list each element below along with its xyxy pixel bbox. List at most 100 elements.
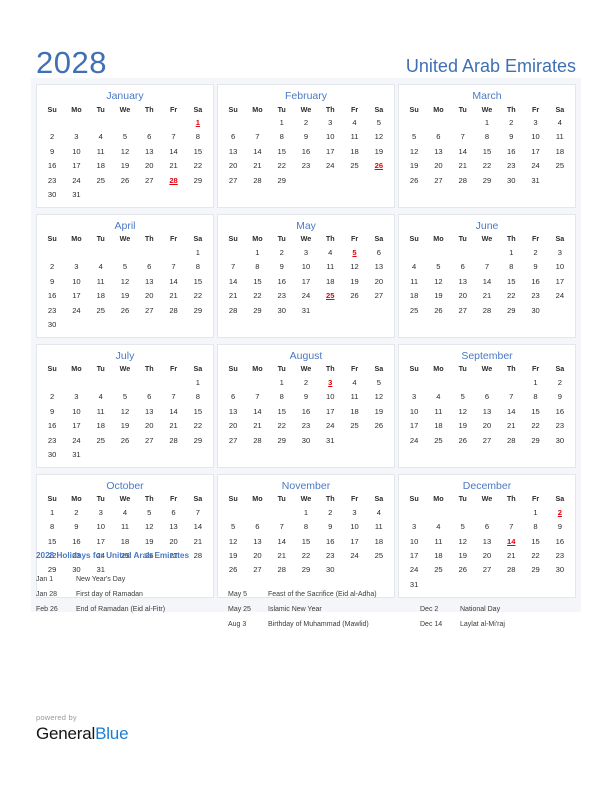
day-cell[interactable]: 19: [402, 159, 426, 173]
day-cell[interactable]: 28: [186, 549, 210, 563]
day-cell[interactable]: 17: [402, 419, 426, 433]
day-cell[interactable]: 30: [40, 188, 64, 202]
day-cell[interactable]: 5: [113, 260, 137, 274]
day-cell[interactable]: 28: [451, 173, 475, 187]
day-cell[interactable]: 17: [342, 534, 366, 548]
day-cell[interactable]: 19: [451, 549, 475, 563]
day-cell[interactable]: 27: [451, 303, 475, 317]
day-cell[interactable]: 24: [342, 549, 366, 563]
day-cell[interactable]: 27: [426, 173, 450, 187]
day-cell[interactable]: 27: [221, 433, 245, 447]
day-cell[interactable]: 16: [548, 534, 572, 548]
day-cell[interactable]: 18: [402, 289, 426, 303]
day-cell[interactable]: 20: [451, 289, 475, 303]
day-cell[interactable]: 25: [548, 159, 572, 173]
day-cell[interactable]: 9: [499, 130, 523, 144]
day-cell[interactable]: 9: [294, 130, 318, 144]
day-cell[interactable]: 7: [221, 260, 245, 274]
day-cell-holiday[interactable]: 28: [161, 173, 185, 187]
day-cell[interactable]: 11: [342, 130, 366, 144]
day-cell[interactable]: 27: [367, 289, 391, 303]
day-cell[interactable]: 9: [40, 144, 64, 158]
day-cell[interactable]: 30: [523, 303, 547, 317]
day-cell[interactable]: 4: [367, 506, 391, 520]
day-cell[interactable]: 21: [221, 289, 245, 303]
day-cell[interactable]: 9: [40, 404, 64, 418]
day-cell[interactable]: 26: [342, 289, 366, 303]
day-cell[interactable]: 27: [137, 433, 161, 447]
day-cell[interactable]: 22: [294, 549, 318, 563]
day-cell[interactable]: 9: [64, 520, 88, 534]
day-cell[interactable]: 24: [318, 159, 342, 173]
day-cell[interactable]: 13: [221, 144, 245, 158]
day-cell[interactable]: 8: [475, 130, 499, 144]
day-cell[interactable]: 18: [426, 549, 450, 563]
day-cell[interactable]: 16: [294, 144, 318, 158]
day-cell[interactable]: 8: [270, 390, 294, 404]
day-cell[interactable]: 1: [294, 506, 318, 520]
day-cell[interactable]: 8: [186, 130, 210, 144]
day-cell[interactable]: 1: [475, 116, 499, 130]
day-cell[interactable]: 11: [89, 404, 113, 418]
day-cell[interactable]: 29: [245, 303, 269, 317]
day-cell[interactable]: 20: [137, 419, 161, 433]
day-cell[interactable]: 10: [318, 130, 342, 144]
day-cell[interactable]: 23: [499, 159, 523, 173]
day-cell[interactable]: 7: [475, 260, 499, 274]
day-cell-holiday[interactable]: 14: [499, 534, 523, 548]
day-cell[interactable]: 12: [451, 534, 475, 548]
day-cell[interactable]: 20: [137, 159, 161, 173]
day-cell[interactable]: 12: [367, 390, 391, 404]
day-cell[interactable]: 6: [451, 260, 475, 274]
day-cell[interactable]: 23: [294, 159, 318, 173]
day-cell[interactable]: 10: [402, 534, 426, 548]
day-cell[interactable]: 24: [523, 159, 547, 173]
day-cell[interactable]: 23: [318, 549, 342, 563]
day-cell[interactable]: 19: [367, 144, 391, 158]
day-cell[interactable]: 8: [499, 260, 523, 274]
day-cell[interactable]: 9: [548, 390, 572, 404]
day-cell[interactable]: 21: [161, 419, 185, 433]
day-cell[interactable]: 21: [245, 419, 269, 433]
day-cell[interactable]: 22: [523, 419, 547, 433]
day-cell[interactable]: 7: [451, 130, 475, 144]
day-cell[interactable]: 12: [221, 534, 245, 548]
day-cell[interactable]: 18: [113, 534, 137, 548]
day-cell[interactable]: 10: [64, 274, 88, 288]
day-cell[interactable]: 24: [402, 433, 426, 447]
day-cell[interactable]: 14: [221, 274, 245, 288]
day-cell[interactable]: 14: [499, 404, 523, 418]
day-cell[interactable]: 4: [426, 390, 450, 404]
day-cell[interactable]: 20: [367, 274, 391, 288]
day-cell[interactable]: 3: [89, 506, 113, 520]
day-cell[interactable]: 1: [499, 246, 523, 260]
day-cell[interactable]: 12: [426, 274, 450, 288]
day-cell[interactable]: 2: [64, 506, 88, 520]
day-cell[interactable]: 6: [367, 246, 391, 260]
day-cell[interactable]: 12: [113, 404, 137, 418]
day-cell[interactable]: 31: [318, 433, 342, 447]
day-cell[interactable]: 29: [270, 433, 294, 447]
day-cell[interactable]: 15: [475, 144, 499, 158]
day-cell[interactable]: 24: [64, 303, 88, 317]
day-cell[interactable]: 18: [548, 144, 572, 158]
day-cell[interactable]: 2: [40, 260, 64, 274]
day-cell[interactable]: 22: [499, 289, 523, 303]
day-cell[interactable]: 2: [294, 116, 318, 130]
day-cell[interactable]: 2: [40, 390, 64, 404]
day-cell[interactable]: 23: [294, 419, 318, 433]
day-cell[interactable]: 15: [523, 404, 547, 418]
day-cell[interactable]: 24: [294, 289, 318, 303]
day-cell[interactable]: 22: [186, 289, 210, 303]
day-cell[interactable]: 3: [548, 246, 572, 260]
day-cell[interactable]: 15: [40, 534, 64, 548]
day-cell[interactable]: 10: [318, 390, 342, 404]
day-cell[interactable]: 13: [137, 404, 161, 418]
day-cell[interactable]: 1: [270, 376, 294, 390]
day-cell[interactable]: 9: [270, 260, 294, 274]
day-cell[interactable]: 19: [137, 534, 161, 548]
day-cell[interactable]: 13: [137, 274, 161, 288]
day-cell[interactable]: 28: [221, 303, 245, 317]
day-cell[interactable]: 22: [186, 419, 210, 433]
day-cell[interactable]: 12: [451, 404, 475, 418]
